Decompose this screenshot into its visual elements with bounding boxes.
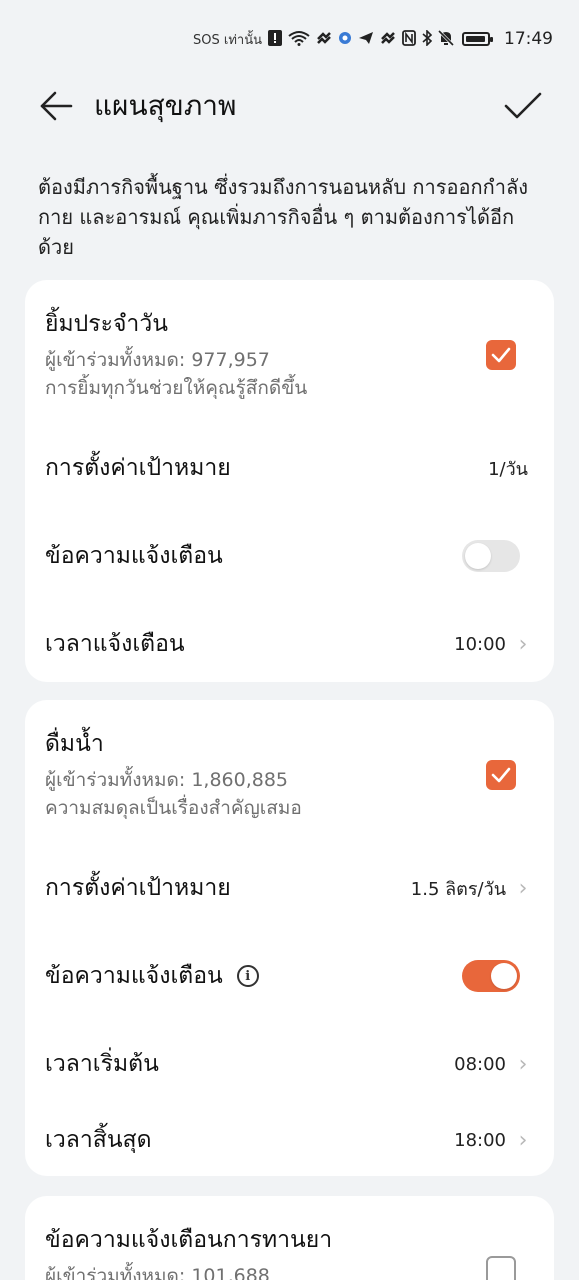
alert-icon xyxy=(268,29,282,49)
back-arrow-icon xyxy=(40,91,73,121)
notification-toggle[interactable] xyxy=(462,540,520,572)
row-label: การตั้งค่าเป้าหมาย xyxy=(45,875,231,901)
goal-value: 1/วัน xyxy=(488,458,528,480)
row-label: เวลาเริ่มต้น xyxy=(45,1051,159,1077)
status-time: 17:49 xyxy=(504,29,553,49)
goal-setting-row[interactable]: การตั้งค่าเป้าหมาย 1.5 ลิตร/วัน › xyxy=(45,868,530,908)
page-title: แผนสุขภาพ xyxy=(94,89,237,122)
end-time-value: 18:00 xyxy=(454,1129,506,1151)
card-participants: ผู้เข้าร่วมทั้งหมด: 101,688 xyxy=(45,1265,270,1280)
end-time-row[interactable]: เวลาสิ้นสุด 18:00 › xyxy=(45,1120,530,1160)
task-checkbox[interactable] xyxy=(486,760,516,790)
wifi-icon xyxy=(288,30,310,49)
notification-toggle[interactable] xyxy=(462,960,520,992)
task-card-medicine: ข้อความแจ้งเตือนการทานยา ผู้เข้าร่วมทั้ง… xyxy=(25,1196,554,1280)
chevron-right-icon: › xyxy=(518,1051,528,1077)
card-header: ยิ้มประจำวัน ผู้เข้าร่วมทั้งหมด: 977,957… xyxy=(45,306,524,402)
header: แผนสุขภาพ xyxy=(0,76,579,136)
row-label: เวลาสิ้นสุด xyxy=(45,1127,152,1153)
check-icon xyxy=(491,347,511,363)
row-label: การตั้งค่าเป้าหมาย xyxy=(45,455,231,481)
carrier-text: SOS เท่านั้น xyxy=(193,32,262,48)
chevron-right-icon: › xyxy=(518,875,528,901)
row-label: ข้อความแจ้งเตือน xyxy=(45,963,223,989)
notification-row: ข้อความแจ้งเตือน xyxy=(45,536,530,576)
status-bar: SOS เท่านั้น 17:49 xyxy=(0,0,579,78)
goal-value: 1.5 ลิตร/วัน xyxy=(410,878,506,900)
status-icons: 17:49 xyxy=(268,28,553,49)
card-participants: ผู้เข้าร่วมทั้งหมด: 1,860,885 xyxy=(45,769,289,791)
card-title: ดื่มน้ำ xyxy=(45,731,104,757)
card-participants: ผู้เข้าร่วมทั้งหมด: 977,957 xyxy=(45,349,270,371)
link-icon xyxy=(316,31,332,48)
battery-icon xyxy=(462,32,493,46)
card-title: ข้อความแจ้งเตือนการทานยา xyxy=(45,1227,333,1253)
telegram-icon xyxy=(358,31,374,48)
notification-row: ข้อความแจ้งเตือน i xyxy=(45,956,530,996)
intro-text: ต้องมีภารกิจพื้นฐาน ซึ่งรวมถึงการนอนหลับ… xyxy=(38,175,528,259)
checkmark-icon xyxy=(504,92,542,119)
info-icon[interactable]: i xyxy=(236,965,259,987)
task-card-smile: ยิ้มประจำวัน ผู้เข้าร่วมทั้งหมด: 977,957… xyxy=(25,280,554,682)
task-checkbox[interactable] xyxy=(486,340,516,370)
reminder-time-row[interactable]: เวลาแจ้งเตือน 10:00 › xyxy=(45,624,530,664)
nfc-icon xyxy=(402,29,416,49)
mute-bell-icon xyxy=(437,29,455,49)
card-header: ข้อความแจ้งเตือนการทานยา ผู้เข้าร่วมทั้ง… xyxy=(45,1222,524,1280)
reminder-time-value: 10:00 xyxy=(454,633,506,655)
card-title: ยิ้มประจำวัน xyxy=(45,311,168,337)
card-header: ดื่มน้ำ ผู้เข้าร่วมทั้งหมด: 1,860,885 คว… xyxy=(45,726,524,822)
task-card-water: ดื่มน้ำ ผู้เข้าร่วมทั้งหมด: 1,860,885 คว… xyxy=(25,700,554,1176)
card-description: การยิ้มทุกวันช่วยให้คุณรู้สึกดีขึ้น xyxy=(45,377,308,399)
goal-setting-row[interactable]: การตั้งค่าเป้าหมาย 1/วัน xyxy=(45,448,530,488)
start-time-value: 08:00 xyxy=(454,1053,506,1075)
start-time-row[interactable]: เวลาเริ่มต้น 08:00 › xyxy=(45,1044,530,1084)
bluetooth-icon xyxy=(422,28,433,49)
confirm-button[interactable] xyxy=(503,86,543,126)
row-label: ข้อความแจ้งเตือน xyxy=(45,543,223,569)
app-notification-icon xyxy=(338,31,352,48)
check-icon xyxy=(491,767,511,783)
link-icon-2 xyxy=(380,31,396,48)
back-button[interactable] xyxy=(38,88,74,124)
chevron-right-icon: › xyxy=(518,631,528,657)
row-label: เวลาแจ้งเตือน xyxy=(45,631,185,657)
card-description: ความสมดุลเป็นเรื่องสำคัญเสมอ xyxy=(45,797,302,819)
chevron-right-icon: › xyxy=(518,1127,528,1153)
task-checkbox[interactable] xyxy=(486,1256,516,1280)
